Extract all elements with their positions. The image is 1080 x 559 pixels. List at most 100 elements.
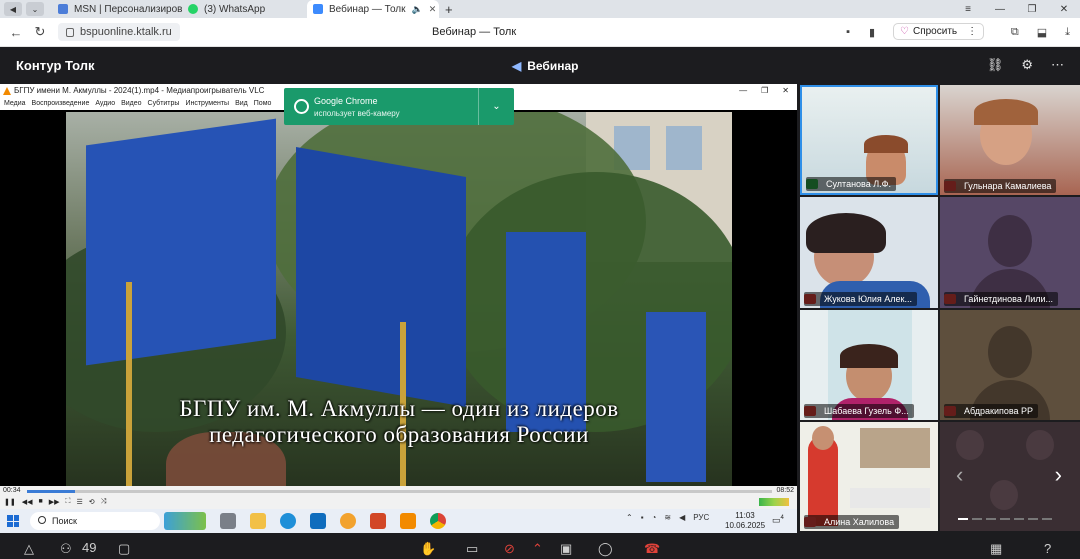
- reload-icon[interactable]: ↻: [28, 24, 52, 40]
- browser-tab-strip: ◀ ⌄ MSN | Персонализирова (3) WhatsApp В…: [0, 0, 1080, 18]
- notification-center-icon[interactable]: ▭4: [772, 515, 784, 526]
- file-explorer-icon[interactable]: [250, 513, 266, 529]
- restore-icon[interactable]: ❐: [1016, 4, 1048, 15]
- more-icon[interactable]: ⋮: [967, 26, 977, 37]
- prev-icon[interactable]: ◀◀: [22, 498, 33, 506]
- windows-start-icon[interactable]: [7, 515, 19, 527]
- pause-icon[interactable]: ❚❚: [4, 498, 16, 506]
- avatar-head: [956, 430, 984, 460]
- menu-icon[interactable]: ≡: [952, 4, 984, 15]
- shuffle-icon[interactable]: ⤨: [101, 498, 107, 506]
- camera-tray-icon[interactable]: ▪: [641, 513, 644, 522]
- vlc-icon[interactable]: [400, 513, 416, 529]
- downloads-icon[interactable]: ⤓: [1065, 26, 1070, 39]
- notification-text: использует веб-камеру: [314, 109, 400, 118]
- playlist-icon[interactable]: ☰: [76, 498, 82, 506]
- seek-bar[interactable]: [27, 490, 772, 493]
- participant-tile[interactable]: Шабаева Гузель Ф...: [800, 310, 938, 420]
- task-view-icon[interactable]: [220, 513, 236, 529]
- tab-webinar[interactable]: Вебинар — Толк 🔈 ✕: [307, 0, 439, 18]
- megaphone-icon: ◀: [512, 59, 522, 73]
- vlc-menu-help[interactable]: Помо: [254, 98, 272, 110]
- tab-msn[interactable]: MSN | Персонализирова: [52, 0, 182, 18]
- effects-icon[interactable]: ◯: [598, 541, 613, 557]
- volume-slider[interactable]: [759, 498, 789, 506]
- participants-icon[interactable]: ⚇: [60, 541, 72, 557]
- vlc-menu-media[interactable]: Медиа: [4, 98, 26, 110]
- chevron-down-icon[interactable]: ⌄: [478, 88, 514, 125]
- participant-name: Гайнетдинова Лили...: [944, 292, 1059, 306]
- outlook-icon[interactable]: [310, 513, 326, 529]
- ask-button[interactable]: ♡ Спросить ⋮: [893, 23, 985, 40]
- network-quality-icon[interactable]: △: [24, 541, 34, 557]
- language-indicator[interactable]: РУС: [693, 513, 709, 522]
- raise-hand-icon[interactable]: ✋: [420, 541, 436, 557]
- extension-icon[interactable]: ⬓: [1037, 26, 1047, 39]
- vlc-menu-tools[interactable]: Инструменты: [185, 98, 229, 110]
- chat-icon[interactable]: ▢: [118, 541, 130, 557]
- avatar-head: [990, 480, 1018, 510]
- next-icon[interactable]: ▶▶: [49, 498, 60, 506]
- hangup-icon[interactable]: ☎: [644, 541, 660, 557]
- more-options-icon[interactable]: ⋯: [1051, 57, 1064, 73]
- camera-icon[interactable]: ▣: [560, 541, 572, 557]
- link-icon[interactable]: ⛓: [987, 57, 1004, 73]
- speaker-icon[interactable]: ◀: [679, 513, 685, 522]
- classroom-desk: [850, 488, 930, 508]
- tab-list-chevron-icon[interactable]: ⌄: [26, 2, 44, 16]
- fullscreen-icon[interactable]: ⛶: [66, 498, 71, 506]
- vlc-menu-playback[interactable]: Воспроизведение: [32, 98, 90, 110]
- help-icon[interactable]: ?: [1044, 541, 1051, 556]
- stop-icon[interactable]: ■: [39, 498, 43, 506]
- loop-icon[interactable]: ⟲: [89, 498, 95, 506]
- taskbar-clock[interactable]: 11:03 10.06.2025: [725, 511, 765, 531]
- layout-icon[interactable]: ▦: [990, 541, 1002, 557]
- participant-tile[interactable]: Абдракипова РР: [940, 310, 1080, 420]
- taskbar-search[interactable]: Поиск: [30, 512, 160, 530]
- tab-sound-icon[interactable]: 🔈: [412, 4, 423, 15]
- tab-whatsapp[interactable]: (3) WhatsApp: [182, 0, 307, 18]
- participants-count[interactable]: 49: [82, 540, 96, 555]
- minimize-icon[interactable]: —: [984, 4, 1016, 15]
- network-icon[interactable]: ◔: [652, 513, 657, 522]
- chevron-up-icon[interactable]: ⌃: [532, 541, 543, 557]
- vlc-menu-audio[interactable]: Аудио: [95, 98, 115, 110]
- camera-icon[interactable]: ▪: [846, 26, 850, 38]
- vlc-menu-video[interactable]: Видео: [121, 98, 141, 110]
- chevron-right-icon[interactable]: ›: [1055, 462, 1062, 488]
- participant-tile[interactable]: Алина Халилова: [800, 422, 938, 531]
- chrome-icon[interactable]: [430, 513, 446, 529]
- mic-muted-icon[interactable]: ⊘: [504, 541, 515, 557]
- vlc-minimize-icon[interactable]: —: [739, 84, 747, 98]
- url-field[interactable]: bspuonline.ktalk.ru: [58, 23, 180, 41]
- chevron-up-icon[interactable]: ⌃: [626, 513, 633, 522]
- close-window-icon[interactable]: ✕: [1048, 4, 1080, 15]
- new-tab-button[interactable]: +: [439, 0, 459, 18]
- participant-tile[interactable]: Жукова Юлия Алек...: [800, 197, 938, 308]
- settings-gear-icon[interactable]: ⚙: [1021, 57, 1033, 73]
- participant-hair: [974, 99, 1038, 125]
- participant-tile[interactable]: Гульнара Камалиева: [940, 85, 1080, 195]
- tab-audio-icon[interactable]: ◀: [4, 2, 22, 16]
- collections-icon[interactable]: ⧉: [1011, 26, 1019, 39]
- vlc-menu-subtitles[interactable]: Субтитры: [148, 98, 180, 110]
- chevron-left-icon[interactable]: ‹: [956, 462, 963, 488]
- participant-tile[interactable]: Гайнетдинова Лили...: [940, 197, 1080, 308]
- screen-share-icon[interactable]: ▭: [466, 541, 478, 557]
- clock-date: 10.06.2025: [725, 521, 766, 530]
- vlc-close-icon[interactable]: ✕: [782, 84, 789, 98]
- yandex-browser-icon[interactable]: [340, 513, 356, 529]
- wifi-icon[interactable]: ≋: [664, 513, 671, 522]
- bookmark-icon[interactable]: ▮: [869, 26, 875, 39]
- search-highlight-image: [164, 512, 206, 530]
- chrome-webcam-notification[interactable]: Google Chrome использует веб-камеру ⌄: [284, 88, 514, 125]
- powerpoint-icon[interactable]: [370, 513, 386, 529]
- back-icon[interactable]: ←: [4, 25, 28, 40]
- edge-icon[interactable]: [280, 513, 296, 529]
- search-placeholder: Поиск: [52, 516, 77, 526]
- webinar-text: Вебинар: [527, 59, 579, 73]
- tab-close-icon[interactable]: ✕: [429, 4, 437, 15]
- vlc-restore-icon[interactable]: ❐: [761, 84, 768, 98]
- participant-tile[interactable]: Султанова Л.Ф.: [800, 85, 938, 195]
- vlc-menu-view[interactable]: Вид: [235, 98, 248, 110]
